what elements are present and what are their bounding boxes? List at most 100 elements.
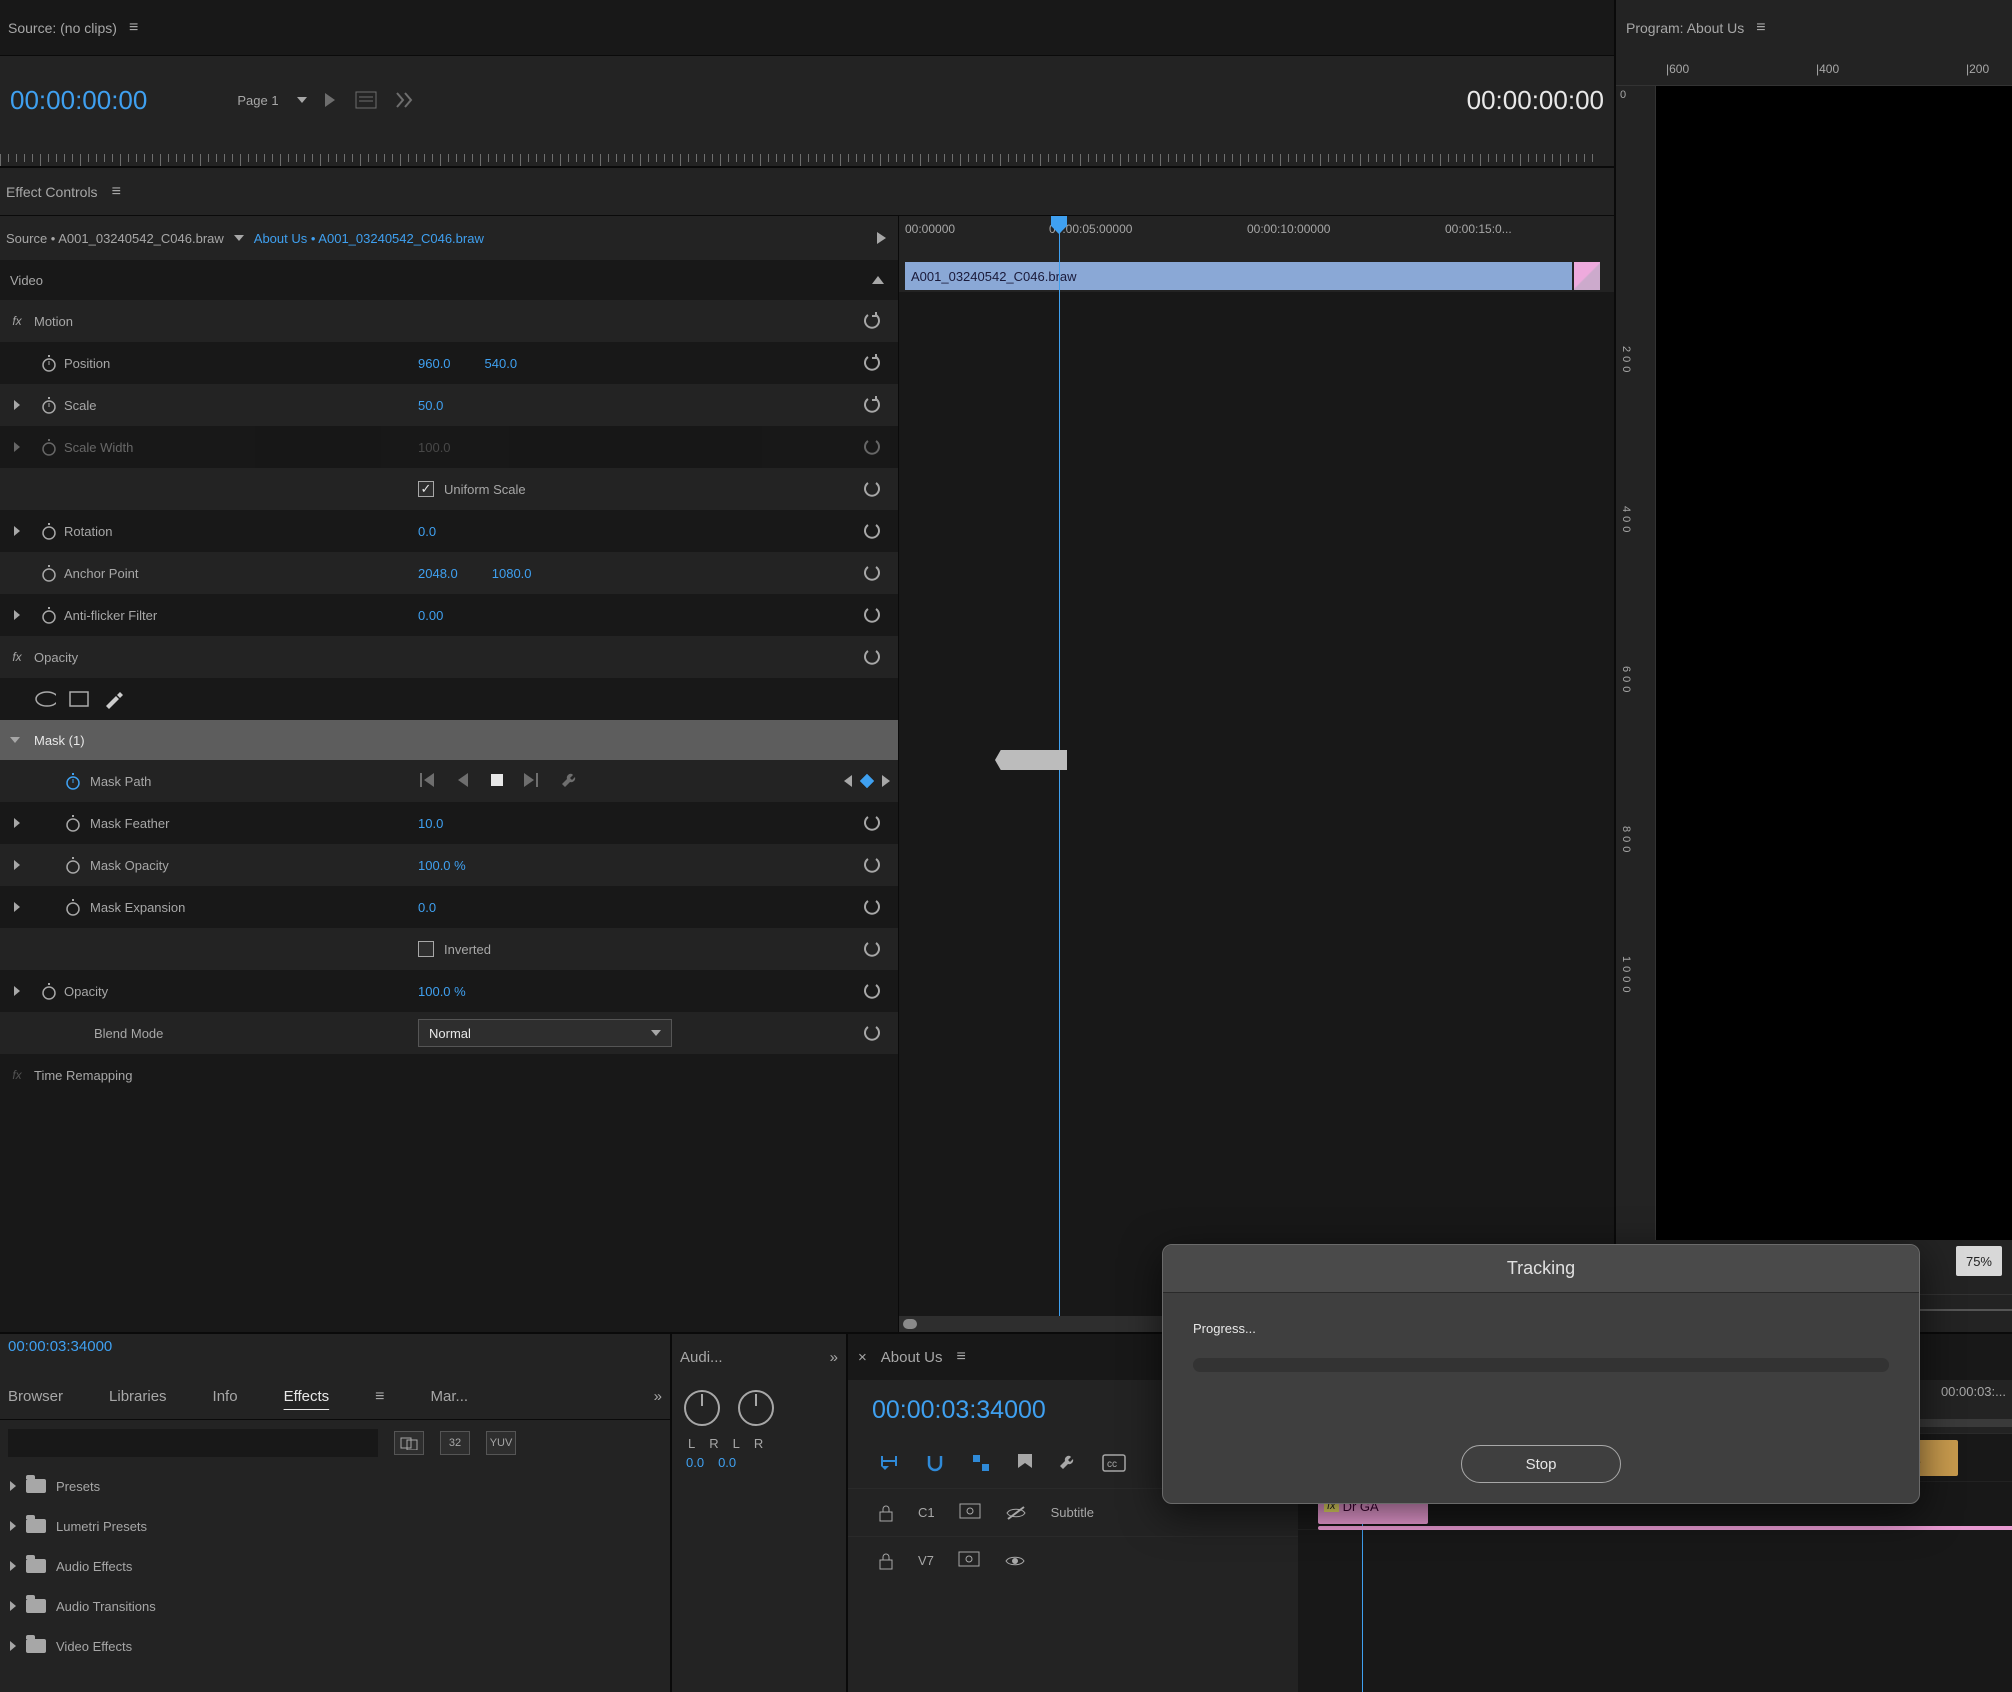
expand-icon[interactable] bbox=[14, 526, 20, 536]
reset-icon[interactable] bbox=[862, 981, 882, 1001]
collapse-up-icon[interactable] bbox=[872, 276, 884, 284]
folder-audio-transitions[interactable]: Audio Transitions bbox=[0, 1586, 670, 1626]
wrench-icon[interactable] bbox=[560, 771, 578, 792]
program-stage[interactable] bbox=[1656, 86, 2012, 1240]
overflow-icon[interactable]: » bbox=[654, 1388, 662, 1405]
tab-effects[interactable]: Effects bbox=[284, 1388, 330, 1405]
magnet-icon[interactable] bbox=[924, 1452, 946, 1477]
position-y[interactable]: 540.0 bbox=[485, 356, 518, 371]
rotation-value[interactable]: 0.0 bbox=[418, 524, 436, 539]
tab-markers[interactable]: Mar... bbox=[431, 1388, 469, 1405]
hamburger-icon[interactable] bbox=[112, 183, 121, 201]
time-remapping-row[interactable]: fx Time Remapping bbox=[0, 1054, 898, 1096]
pan-value-left[interactable]: 0.0 bbox=[686, 1455, 704, 1470]
prev-keyframe-icon[interactable] bbox=[844, 775, 852, 787]
opacity-value[interactable]: 100.0 % bbox=[418, 984, 466, 999]
page-selector[interactable]: Page 1 bbox=[237, 93, 334, 108]
pan-knob-right[interactable] bbox=[738, 1390, 774, 1426]
keyframe-ruler[interactable]: 00:00000 00:00:05:00000 00:00:10:00000 0… bbox=[899, 216, 1614, 260]
keyframe-pane[interactable]: 00:00000 00:00:05:00000 00:00:10:00000 0… bbox=[898, 216, 1614, 1332]
folder-lumetri[interactable]: Lumetri Presets bbox=[0, 1506, 670, 1546]
stopwatch-icon[interactable] bbox=[64, 856, 82, 874]
anchor-x[interactable]: 2048.0 bbox=[418, 566, 458, 581]
motion-row[interactable]: fx Motion bbox=[0, 300, 898, 342]
snap-icon[interactable] bbox=[878, 1452, 900, 1477]
program-ruler-h[interactable]: |600 |400 |200 bbox=[1616, 56, 2012, 86]
pen-mask-icon[interactable] bbox=[102, 688, 124, 710]
source-ruler[interactable] bbox=[0, 144, 1614, 166]
reset-icon[interactable] bbox=[862, 311, 882, 331]
overflow-icon[interactable]: » bbox=[830, 1349, 838, 1366]
mask-opacity-value[interactable]: 100.0 % bbox=[418, 858, 466, 873]
close-icon[interactable]: × bbox=[858, 1349, 867, 1366]
source-timecode-out[interactable]: 00:00:00:00 bbox=[1467, 85, 1604, 116]
video-section[interactable]: Video bbox=[0, 260, 898, 300]
expand-icon[interactable] bbox=[14, 610, 20, 620]
hamburger-icon[interactable] bbox=[956, 1348, 965, 1366]
captions-icon[interactable]: cc bbox=[1102, 1454, 1126, 1475]
breadcrumb-sequence[interactable]: About Us • A001_03240542_C046.braw bbox=[254, 231, 484, 246]
eye-icon[interactable] bbox=[1004, 1553, 1026, 1569]
reset-icon[interactable] bbox=[862, 855, 882, 875]
uniform-scale-checkbox[interactable] bbox=[418, 481, 434, 497]
play-icon[interactable] bbox=[325, 93, 335, 107]
rect-mask-icon[interactable] bbox=[68, 688, 90, 710]
reset-icon[interactable] bbox=[862, 939, 882, 959]
add-keyframe-icon[interactable] bbox=[860, 774, 874, 788]
stopwatch-icon[interactable] bbox=[34, 522, 64, 540]
expand-icon[interactable] bbox=[14, 902, 20, 912]
goto-play-icon[interactable] bbox=[877, 232, 886, 244]
audio-panel-title[interactable]: Audi... bbox=[680, 1349, 723, 1366]
sync-lock-icon[interactable] bbox=[958, 1551, 980, 1570]
lock-icon[interactable] bbox=[878, 1504, 894, 1522]
reset-icon[interactable] bbox=[862, 897, 882, 917]
mask-expansion-value[interactable]: 0.0 bbox=[418, 900, 436, 915]
timeline-timecode[interactable]: 00:00:03:34000 bbox=[872, 1396, 1046, 1425]
chevron-down-icon[interactable] bbox=[234, 235, 244, 241]
stopwatch-icon[interactable] bbox=[34, 982, 64, 1000]
sequence-name[interactable]: About Us bbox=[881, 1349, 943, 1366]
pan-knob-left[interactable] bbox=[684, 1390, 720, 1426]
effects-search-input[interactable] bbox=[8, 1429, 378, 1457]
expand-icon[interactable] bbox=[14, 986, 20, 996]
stopwatch-icon[interactable] bbox=[34, 606, 64, 624]
program-ruler-v[interactable]: 0 200 400 600 800 1000 bbox=[1616, 86, 1656, 1240]
reset-icon[interactable] bbox=[862, 563, 882, 583]
accelerated-badge[interactable] bbox=[394, 1431, 424, 1455]
expand-icon[interactable] bbox=[14, 400, 20, 410]
zoom-select[interactable]: 75% bbox=[1956, 1246, 2002, 1276]
chevron-down-icon[interactable] bbox=[10, 737, 20, 743]
stopwatch-icon[interactable] bbox=[64, 898, 82, 916]
expand-icon[interactable] bbox=[14, 818, 20, 828]
eye-off-icon[interactable] bbox=[1005, 1505, 1027, 1521]
ec-bottom-timecode[interactable]: 00:00:03:34000 bbox=[0, 1334, 670, 1374]
anchor-y[interactable]: 1080.0 bbox=[492, 566, 532, 581]
track-back-end-icon[interactable] bbox=[420, 773, 436, 790]
stopwatch-icon[interactable] bbox=[34, 396, 64, 414]
tab-browser[interactable]: Browser bbox=[8, 1388, 63, 1405]
reset-icon[interactable] bbox=[862, 605, 882, 625]
breadcrumb-source[interactable]: Source • A001_03240542_C046.braw bbox=[6, 231, 224, 246]
hamburger-icon[interactable] bbox=[375, 1388, 384, 1406]
blend-mode-select[interactable]: Normal bbox=[418, 1019, 672, 1047]
track-back-icon[interactable] bbox=[456, 773, 470, 790]
antiflicker-value[interactable]: 0.00 bbox=[418, 608, 443, 623]
stopwatch-active-icon[interactable] bbox=[64, 772, 82, 790]
keyframe-marker[interactable] bbox=[995, 750, 1067, 770]
pan-value-right[interactable]: 0.0 bbox=[718, 1455, 736, 1470]
reset-icon[interactable] bbox=[862, 521, 882, 541]
reset-icon[interactable] bbox=[862, 395, 882, 415]
position-x[interactable]: 960.0 bbox=[418, 356, 451, 371]
stopwatch-icon[interactable] bbox=[34, 354, 64, 372]
tab-info[interactable]: Info bbox=[213, 1388, 238, 1405]
stopwatch-icon[interactable] bbox=[64, 814, 82, 832]
list-icon[interactable] bbox=[355, 91, 377, 109]
hamburger-icon[interactable] bbox=[1756, 19, 1765, 37]
track-stop-icon[interactable] bbox=[490, 773, 504, 790]
folder-presets[interactable]: Presets bbox=[0, 1466, 670, 1506]
v7-track-header[interactable]: V7 bbox=[848, 1536, 1298, 1584]
hamburger-icon[interactable] bbox=[129, 19, 138, 37]
tracking-stop-button[interactable]: Stop bbox=[1461, 1445, 1621, 1483]
playhead[interactable] bbox=[1059, 216, 1060, 1332]
reset-icon[interactable] bbox=[862, 1023, 882, 1043]
